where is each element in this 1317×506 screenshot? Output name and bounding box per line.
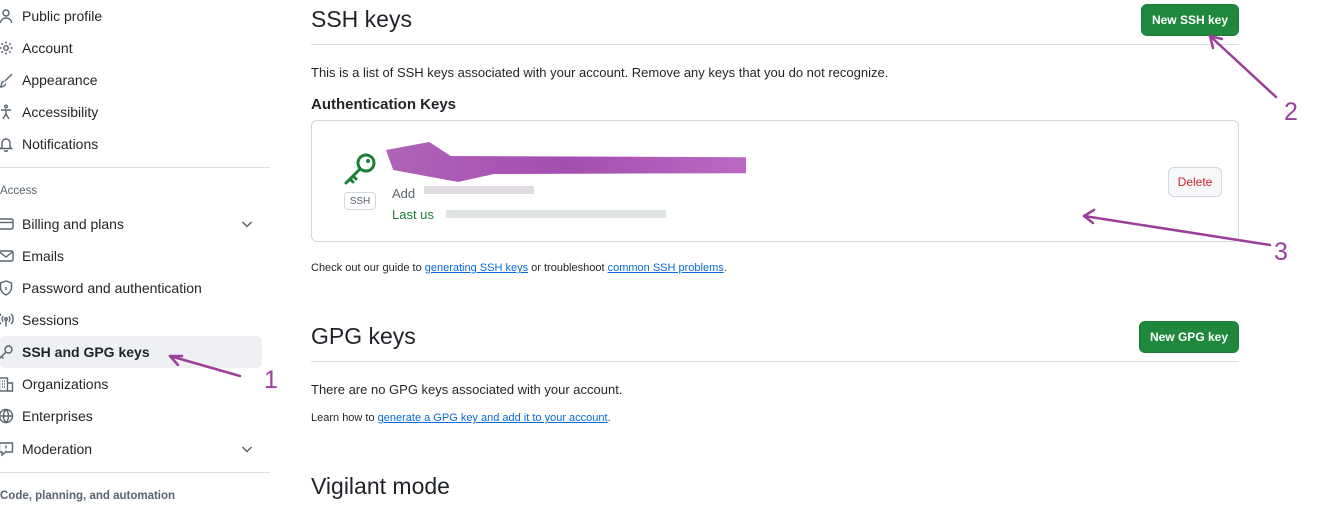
sidebar-item-sessions[interactable]: Sessions bbox=[0, 304, 262, 336]
annotation-number-2: 2 bbox=[1284, 98, 1298, 126]
sidebar-item-password-authentication[interactable]: Password and authentication bbox=[0, 272, 262, 304]
vigilant-mode-title: Vigilant mode bbox=[311, 473, 450, 499]
sidebar-item-enterprises[interactable]: Enterprises bbox=[0, 400, 262, 432]
ssh-key-card bbox=[311, 120, 1239, 242]
paintbrush-icon bbox=[0, 72, 14, 88]
new-gpg-key-button[interactable]: New GPG key bbox=[1139, 321, 1239, 353]
report-icon bbox=[0, 441, 14, 457]
sidebar-heading-code-planning: Code, planning, and automation bbox=[0, 490, 176, 502]
person-icon bbox=[0, 8, 14, 24]
bell-icon bbox=[0, 136, 14, 152]
sidebar-item-label: Password and authentication bbox=[22, 280, 202, 296]
sidebar-item-label: Moderation bbox=[22, 441, 93, 457]
sidebar-item-emails[interactable]: Emails bbox=[0, 240, 262, 272]
sidebar-item-public-profile[interactable]: Public profile bbox=[0, 0, 262, 32]
credit-card-icon bbox=[0, 216, 14, 232]
learn-suffix: . bbox=[607, 412, 611, 424]
guide-prefix: Check out our guide to bbox=[311, 262, 425, 274]
gpg-learn-text: Learn how to generate a GPG key and add … bbox=[311, 412, 611, 424]
sidebar-heading-access: Access bbox=[0, 185, 38, 197]
key-icon bbox=[344, 153, 376, 185]
sidebar-item-label: Public profile bbox=[22, 8, 103, 24]
sidebar-item-ssh-gpg-keys[interactable]: SSH and GPG keys bbox=[0, 336, 262, 368]
sidebar-divider bbox=[0, 167, 270, 168]
annotation-arrow-2 bbox=[1208, 34, 1278, 99]
authentication-keys-heading: Authentication Keys bbox=[311, 96, 457, 113]
chevron-down-icon bbox=[241, 446, 253, 453]
redacted-added-date bbox=[424, 186, 534, 194]
mail-icon bbox=[0, 248, 14, 264]
broadcast-icon bbox=[0, 312, 14, 328]
sidebar-item-label: Organizations bbox=[22, 376, 109, 392]
sidebar-divider bbox=[0, 472, 270, 473]
ssh-guide-text: Check out our guide to generating SSH ke… bbox=[311, 262, 727, 274]
sidebar-item-moderation[interactable]: Moderation bbox=[0, 433, 262, 465]
key-last-used-text: Last us bbox=[392, 207, 434, 222]
generate-gpg-key-link[interactable]: generate a GPG key and add it to your ac… bbox=[378, 412, 608, 424]
key-added-text: Add bbox=[392, 186, 416, 201]
sidebar-item-label: Sessions bbox=[22, 312, 79, 328]
ssh-description: This is a list of SSH keys associated wi… bbox=[311, 65, 889, 80]
sidebar-item-organizations[interactable]: Organizations bbox=[0, 368, 262, 400]
annotation-number-1: 1 bbox=[264, 366, 278, 394]
shield-lock-icon bbox=[0, 280, 14, 296]
settings-sidebar: Public profile Account Appearance Access… bbox=[0, 0, 275, 506]
new-ssh-key-button[interactable]: New SSH key bbox=[1141, 4, 1239, 36]
organization-icon bbox=[0, 376, 14, 392]
sidebar-item-accessibility[interactable]: Accessibility bbox=[0, 96, 262, 128]
sidebar-item-account[interactable]: Account bbox=[0, 32, 262, 64]
accessibility-icon bbox=[0, 104, 14, 120]
sidebar-item-notifications[interactable]: Notifications bbox=[0, 128, 262, 160]
sidebar-item-label: Account bbox=[22, 40, 73, 56]
generating-ssh-keys-link[interactable]: generating SSH keys bbox=[425, 262, 528, 274]
key-icon bbox=[0, 344, 14, 360]
common-ssh-problems-link[interactable]: common SSH problems bbox=[608, 262, 724, 274]
sidebar-item-label: Accessibility bbox=[22, 104, 99, 120]
learn-prefix: Learn how to bbox=[311, 412, 378, 424]
sidebar-item-appearance[interactable]: Appearance bbox=[0, 64, 262, 96]
sidebar-item-label: Enterprises bbox=[22, 408, 93, 424]
globe-icon bbox=[0, 408, 14, 424]
sidebar-item-label: Appearance bbox=[22, 72, 98, 88]
sidebar-item-billing[interactable]: Billing and plans bbox=[0, 208, 262, 240]
gpg-keys-title: GPG keys bbox=[311, 323, 416, 349]
ssh-type-label: SSH bbox=[344, 192, 376, 210]
annotation-number-3: 3 bbox=[1274, 238, 1288, 266]
redacted-last-used bbox=[446, 210, 666, 218]
guide-middle: or troubleshoot bbox=[528, 262, 608, 274]
gpg-section-divider bbox=[311, 361, 1239, 362]
sidebar-item-label: Billing and plans bbox=[22, 216, 124, 232]
gear-icon bbox=[0, 40, 14, 56]
guide-suffix: . bbox=[723, 262, 727, 274]
gpg-empty-text: There are no GPG keys associated with yo… bbox=[311, 382, 623, 397]
delete-key-button[interactable]: Delete bbox=[1168, 167, 1222, 197]
sidebar-item-label: Notifications bbox=[22, 136, 99, 152]
ssh-section-divider bbox=[311, 44, 1239, 45]
sidebar-item-label: SSH and GPG keys bbox=[22, 344, 150, 360]
chevron-down-icon bbox=[241, 221, 253, 228]
ssh-keys-title: SSH keys bbox=[311, 6, 412, 32]
sidebar-item-label: Emails bbox=[22, 248, 65, 264]
